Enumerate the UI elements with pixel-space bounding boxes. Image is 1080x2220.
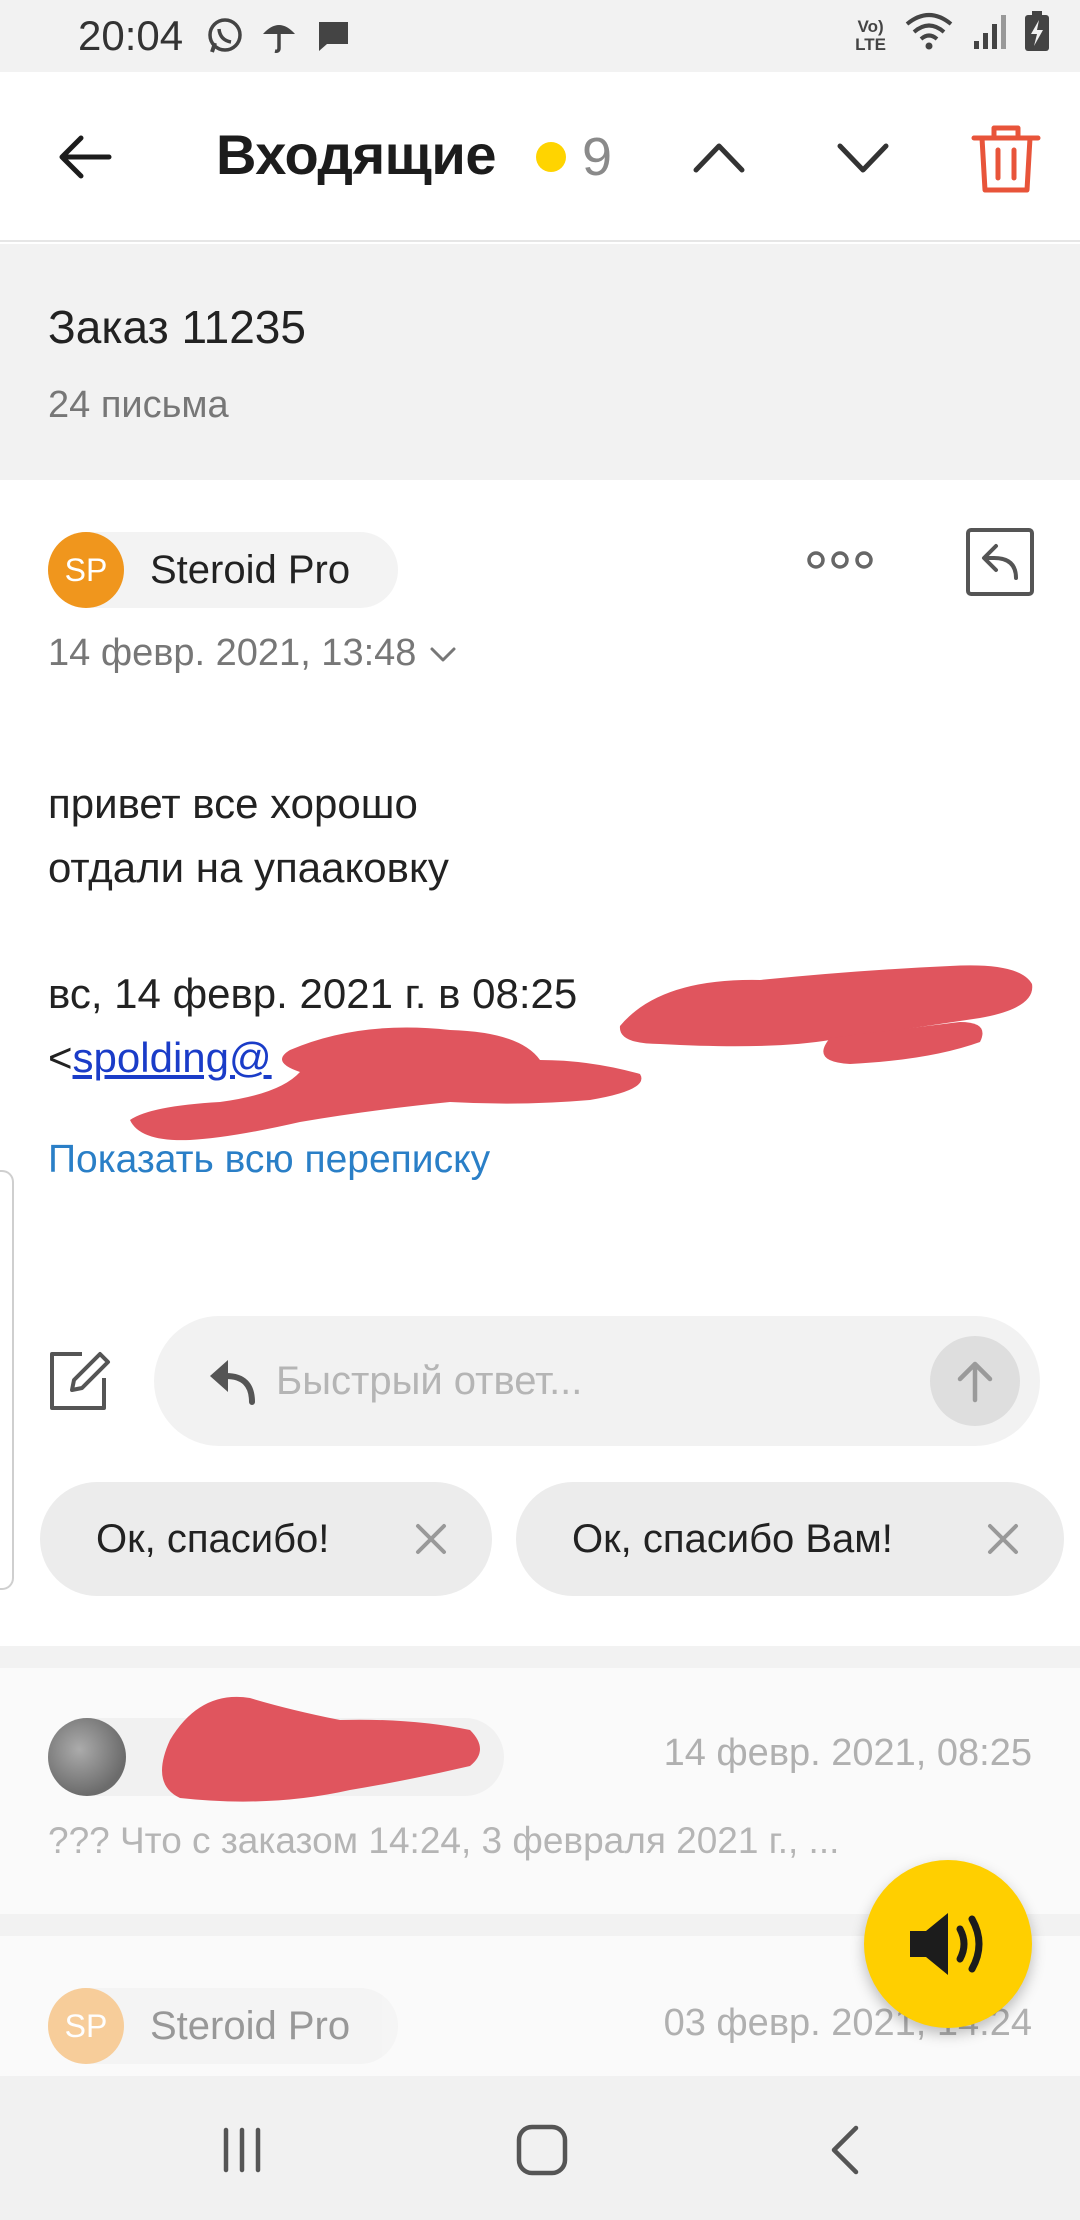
sender-name: Steroid Pro xyxy=(150,2003,351,2048)
body-line: привет все хорошо xyxy=(48,780,418,827)
top-toolbar: Входящие 9 xyxy=(0,72,1080,242)
reply-icon xyxy=(964,528,1034,596)
home-icon xyxy=(516,2124,568,2176)
read-aloud-button[interactable] xyxy=(864,1860,1032,2028)
message-date[interactable]: 14 февр. 2021, 13:48 xyxy=(48,632,458,675)
umbrella-icon xyxy=(259,16,299,56)
divider xyxy=(0,1646,1080,1668)
avatar xyxy=(48,1718,126,1796)
reply-icon xyxy=(210,1360,255,1405)
status-time: 20:04 xyxy=(78,12,184,59)
volte-icon: Vo) LTE xyxy=(855,17,886,54)
suggestion-label: Ок, спасибо Вам! xyxy=(572,1516,893,1561)
wifi-icon xyxy=(904,11,954,61)
thread-count: 24 письма xyxy=(48,384,229,426)
side-panel-handle[interactable] xyxy=(0,1170,14,1590)
reply-button[interactable] xyxy=(964,526,1036,598)
recent-apps-button[interactable] xyxy=(216,2124,268,2176)
message-icon xyxy=(313,16,353,56)
unread-dot xyxy=(536,142,566,172)
delete-button[interactable] xyxy=(966,118,1046,198)
thread-subject: Заказ 11235 xyxy=(48,301,306,353)
sender-chip: SP Steroid Pro xyxy=(48,1988,399,2064)
close-icon[interactable] xyxy=(982,1518,1024,1560)
system-back-button[interactable] xyxy=(820,2122,876,2178)
redaction-mark xyxy=(619,965,1033,1064)
next-message-button[interactable] xyxy=(828,122,898,192)
more-horizontal-icon xyxy=(807,551,873,569)
quote-date-line: вс, 14 февр. 2021 г. в 08:25 xyxy=(48,970,578,1017)
quick-reply-input[interactable] xyxy=(276,1346,876,1416)
sender-name: Steroid Pro xyxy=(150,547,351,592)
suggestion-label: Ок, спасибо! xyxy=(96,1516,330,1561)
battery-charging-icon xyxy=(1024,10,1050,62)
whatsapp-icon xyxy=(205,16,245,56)
quick-reply-bar xyxy=(154,1316,1040,1446)
message-date: 14 февр. 2021, 08:25 xyxy=(663,1732,1032,1774)
unread-count: 9 xyxy=(582,127,613,187)
signal-icon xyxy=(972,11,1006,61)
chevron-down-icon xyxy=(837,143,889,173)
quick-reply-suggestion[interactable]: Ок, спасибо! xyxy=(40,1482,492,1596)
send-button[interactable] xyxy=(930,1336,1020,1426)
arrow-up-icon xyxy=(957,1361,993,1403)
back-button[interactable] xyxy=(50,122,120,192)
edit-icon xyxy=(50,1352,110,1410)
avatar: SP xyxy=(48,532,124,608)
status-bar: 20:04 Vo) LTE xyxy=(0,0,1080,72)
trash-icon xyxy=(971,125,1041,193)
recent-apps-icon xyxy=(223,2127,261,2173)
avatar: SP xyxy=(48,1988,124,2064)
thread-header: Заказ 11235 24 письма xyxy=(0,244,1080,480)
more-options-button[interactable] xyxy=(804,540,876,580)
chevron-up-icon xyxy=(693,143,745,173)
chevron-down-icon xyxy=(430,647,456,661)
email-link[interactable]: spolding@ xyxy=(73,1034,272,1081)
back-icon xyxy=(831,2125,859,2175)
quote-email-line: <spolding@ xyxy=(48,1034,272,1081)
quick-reply-suggestion[interactable]: Ок, спасибо Вам! xyxy=(516,1482,1064,1596)
message-date-text: 14 февр. 2021, 13:48 xyxy=(48,632,417,674)
show-full-thread-link[interactable]: Показать всю переписку xyxy=(48,1138,490,1182)
system-nav-bar xyxy=(0,2076,1080,2220)
previous-message-button[interactable] xyxy=(684,122,754,192)
arrow-left-icon xyxy=(59,135,112,179)
close-icon[interactable] xyxy=(410,1518,452,1560)
quote-header: вс, 14 февр. 2021 г. в 08:25 <spolding@ xyxy=(48,962,577,1090)
home-button[interactable] xyxy=(514,2122,570,2178)
body-line: отдали на упааковку xyxy=(48,844,449,891)
sender-chip[interactable]: SP Steroid Pro xyxy=(48,532,399,608)
message-preview: ??? Что с заказом 14:24, 3 февраля 2021 … xyxy=(48,1820,840,1861)
speaker-icon xyxy=(910,1913,983,1975)
folder-title: Входящие xyxy=(216,123,496,186)
compose-full-reply-button[interactable] xyxy=(46,1348,112,1414)
message-body: привет все хорошо отдали на упааковку xyxy=(48,772,449,900)
